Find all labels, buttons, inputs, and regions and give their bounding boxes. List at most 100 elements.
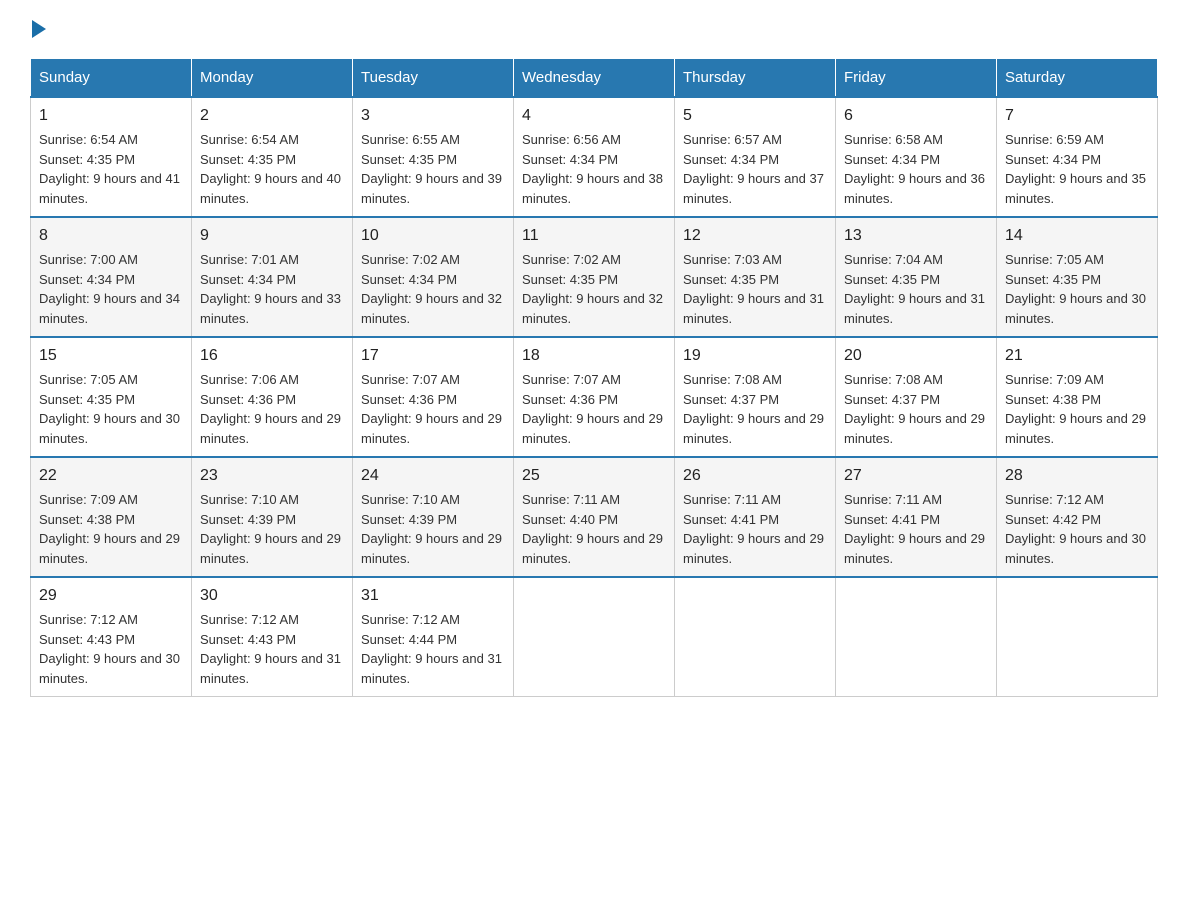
calendar-cell: 19Sunrise: 7:08 AMSunset: 4:37 PMDayligh… [675, 337, 836, 457]
sunset-text: Sunset: 4:41 PM [683, 512, 779, 527]
sunset-text: Sunset: 4:39 PM [361, 512, 457, 527]
sunrise-text: Sunrise: 6:57 AM [683, 132, 782, 147]
sunrise-text: Sunrise: 6:54 AM [200, 132, 299, 147]
day-number: 19 [683, 344, 827, 368]
daylight-text: Daylight: 9 hours and 31 minutes. [683, 291, 824, 326]
calendar-cell: 13Sunrise: 7:04 AMSunset: 4:35 PMDayligh… [836, 217, 997, 337]
day-number: 24 [361, 464, 505, 488]
day-number: 2 [200, 104, 344, 128]
sunrise-text: Sunrise: 7:05 AM [1005, 252, 1104, 267]
day-number: 18 [522, 344, 666, 368]
calendar-cell: 16Sunrise: 7:06 AMSunset: 4:36 PMDayligh… [192, 337, 353, 457]
day-number: 17 [361, 344, 505, 368]
day-number: 28 [1005, 464, 1149, 488]
day-number: 14 [1005, 224, 1149, 248]
week-row-5: 29 Sunrise: 7:12 AM Sunset: 4:43 PM Dayligh… [31, 577, 1158, 697]
calendar-cell [514, 577, 675, 697]
daylight-text: Daylight: 9 hours and 31 minutes. [361, 651, 502, 686]
calendar-cell [675, 577, 836, 697]
daylight-text: Daylight: 9 hours and 29 minutes. [361, 411, 502, 446]
sunset-text: Sunset: 4:39 PM [200, 512, 296, 527]
header-saturday: Saturday [997, 59, 1158, 98]
sunrise-text: Sunrise: 7:10 AM [200, 492, 299, 507]
calendar-cell: 5Sunrise: 6:57 AMSunset: 4:34 PMDaylight… [675, 97, 836, 217]
day-number: 25 [522, 464, 666, 488]
calendar-cell: 20Sunrise: 7:08 AMSunset: 4:37 PMDayligh… [836, 337, 997, 457]
daylight-text: Daylight: 9 hours and 29 minutes. [844, 411, 985, 446]
daylight-text: Daylight: 9 hours and 32 minutes. [522, 291, 663, 326]
calendar-cell: 11Sunrise: 7:02 AMSunset: 4:35 PMDayligh… [514, 217, 675, 337]
calendar-cell: 7Sunrise: 6:59 AMSunset: 4:34 PMDaylight… [997, 97, 1158, 217]
daylight-text: Daylight: 9 hours and 31 minutes. [844, 291, 985, 326]
calendar-cell: 1Sunrise: 6:54 AMSunset: 4:35 PMDaylight… [31, 97, 192, 217]
sunset-text: Sunset: 4:35 PM [361, 152, 457, 167]
sunrise-text: Sunrise: 7:08 AM [844, 372, 943, 387]
daylight-text: Daylight: 9 hours and 29 minutes. [1005, 411, 1146, 446]
daylight-text: Daylight: 9 hours and 29 minutes. [522, 411, 663, 446]
calendar-cell: 4Sunrise: 6:56 AMSunset: 4:34 PMDaylight… [514, 97, 675, 217]
calendar-cell [836, 577, 997, 697]
daylight-text: Daylight: 9 hours and 29 minutes. [683, 531, 824, 566]
sunrise-text: Sunrise: 6:58 AM [844, 132, 943, 147]
page-header [30, 20, 1158, 38]
header-sunday: Sunday [31, 59, 192, 98]
calendar-cell: 21Sunrise: 7:09 AMSunset: 4:38 PMDayligh… [997, 337, 1158, 457]
calendar-cell: 28Sunrise: 7:12 AMSunset: 4:42 PMDayligh… [997, 457, 1158, 577]
daylight-text: Daylight: 9 hours and 40 minutes. [200, 171, 341, 206]
sunset-text: Sunset: 4:34 PM [361, 272, 457, 287]
sunrise-text: Sunrise: 7:12 AM [1005, 492, 1104, 507]
header-friday: Friday [836, 59, 997, 98]
sunset-text: Sunset: 4:35 PM [39, 152, 135, 167]
day-number: 16 [200, 344, 344, 368]
day-number: 11 [522, 224, 666, 248]
sunrise-text: Sunrise: 7:07 AM [361, 372, 460, 387]
calendar-cell: 24Sunrise: 7:10 AMSunset: 4:39 PMDayligh… [353, 457, 514, 577]
sunset-text: Sunset: 4:34 PM [200, 272, 296, 287]
sunrise-text: Sunrise: 7:06 AM [200, 372, 299, 387]
day-number: 1 [39, 104, 183, 128]
daylight-text: Daylight: 9 hours and 41 minutes. [39, 171, 180, 206]
header-thursday: Thursday [675, 59, 836, 98]
day-number: 31 [361, 584, 505, 608]
sunset-text: Sunset: 4:34 PM [522, 152, 618, 167]
daylight-text: Daylight: 9 hours and 32 minutes. [361, 291, 502, 326]
week-row-4: 22Sunrise: 7:09 AMSunset: 4:38 PMDayligh… [31, 457, 1158, 577]
sunset-text: Sunset: 4:43 PM [39, 632, 135, 647]
daylight-text: Daylight: 9 hours and 29 minutes. [200, 411, 341, 446]
day-number: 30 [200, 584, 344, 608]
calendar-cell: 18Sunrise: 7:07 AMSunset: 4:36 PMDayligh… [514, 337, 675, 457]
daylight-text: Daylight: 9 hours and 29 minutes. [200, 531, 341, 566]
sunset-text: Sunset: 4:34 PM [1005, 152, 1101, 167]
day-number: 29 [39, 584, 183, 608]
sunrise-text: Sunrise: 7:11 AM [522, 492, 620, 507]
daylight-text: Daylight: 9 hours and 30 minutes. [1005, 531, 1146, 566]
sunrise-text: Sunrise: 7:02 AM [361, 252, 460, 267]
logo [30, 20, 47, 38]
sunset-text: Sunset: 4:34 PM [39, 272, 135, 287]
calendar-cell: 22Sunrise: 7:09 AMSunset: 4:38 PMDayligh… [31, 457, 192, 577]
sunrise-text: Sunrise: 7:08 AM [683, 372, 782, 387]
sunset-text: Sunset: 4:44 PM [361, 632, 457, 647]
daylight-text: Daylight: 9 hours and 29 minutes. [683, 411, 824, 446]
sunrise-text: Sunrise: 7:10 AM [361, 492, 460, 507]
sunset-text: Sunset: 4:38 PM [1005, 392, 1101, 407]
daylight-text: Daylight: 9 hours and 30 minutes. [1005, 291, 1146, 326]
daylight-text: Daylight: 9 hours and 30 minutes. [39, 651, 180, 686]
day-number: 7 [1005, 104, 1149, 128]
calendar-cell: 10Sunrise: 7:02 AMSunset: 4:34 PMDayligh… [353, 217, 514, 337]
day-number: 8 [39, 224, 183, 248]
sunrise-text: Sunrise: 7:09 AM [1005, 372, 1104, 387]
sunrise-text: Sunrise: 7:01 AM [200, 252, 299, 267]
calendar-cell: 29Sunrise: 7:12 AMSunset: 4:43 PMDayligh… [31, 577, 192, 697]
daylight-text: Daylight: 9 hours and 30 minutes. [39, 411, 180, 446]
calendar-table: SundayMondayTuesdayWednesdayThursdayFrid… [30, 58, 1158, 697]
day-number: 23 [200, 464, 344, 488]
sunset-text: Sunset: 4:35 PM [39, 392, 135, 407]
sunrise-text: Sunrise: 7:11 AM [683, 492, 781, 507]
daylight-text: Daylight: 9 hours and 39 minutes. [361, 171, 502, 206]
sunrise-text: Sunrise: 7:12 AM [200, 612, 299, 627]
daylight-text: Daylight: 9 hours and 29 minutes. [39, 531, 180, 566]
sunset-text: Sunset: 4:43 PM [200, 632, 296, 647]
sunset-text: Sunset: 4:35 PM [522, 272, 618, 287]
sunset-text: Sunset: 4:41 PM [844, 512, 940, 527]
